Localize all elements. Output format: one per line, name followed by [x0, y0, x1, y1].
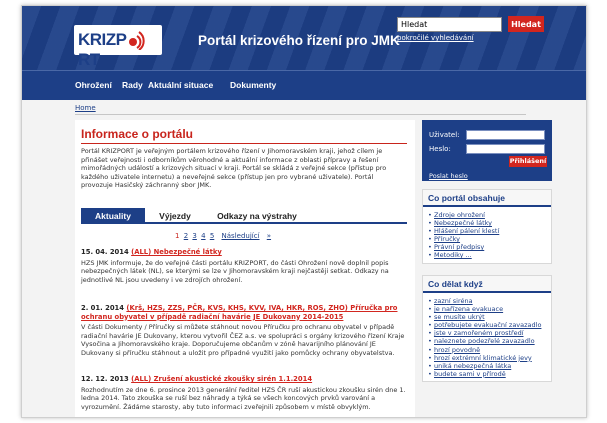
news-date: 2. 01. 2014: [81, 304, 125, 312]
news-headline: 2. 01. 2014 (Krš, HZS, ZZS, PČR, KVS, KH…: [81, 304, 407, 321]
portal-contents-list: Zdroje ohrožení Nebezpečné látky Hlášení…: [423, 207, 551, 263]
news-date: 15. 04. 2014: [81, 248, 129, 256]
news-item: 12. 12. 2013 (ALL) Zrušení akustické zko…: [81, 375, 407, 411]
news-tabs: Aktuality Výjezdy Odkazy na výstrahy: [81, 208, 407, 224]
nav-item-ohrozeni[interactable]: Ohrožení: [75, 80, 112, 90]
page-4[interactable]: 4: [201, 232, 205, 240]
list-item[interactable]: hrozí povodně: [428, 346, 546, 354]
logo-wordmark: KRIZPRT: [78, 30, 127, 69]
list-item[interactable]: naleznete podezřelé zavazadlo: [428, 337, 546, 345]
list-item[interactable]: hrozí extrémní klimatické jevy: [428, 354, 546, 362]
portal-contents-box: Co portál obsahuje Zdroje ohrožení Nebez…: [422, 189, 552, 264]
list-item[interactable]: uniká nebezpečná látka: [428, 362, 546, 370]
news-body: V části Dokumenty / Příručky si můžete s…: [81, 323, 405, 357]
news-date: 12. 12. 2013: [81, 375, 129, 383]
news-link[interactable]: (ALL) Nebezpečné látky: [131, 248, 222, 256]
list-item[interactable]: Nebezpečné látky: [428, 219, 546, 227]
password-field[interactable]: [466, 144, 545, 154]
nav-item-aktualni-situace[interactable]: Aktuální situace: [148, 80, 213, 90]
login-box: Uživatel: Heslo: Přihlášení Poslat heslo: [422, 120, 552, 181]
box-title: Co portál obsahuje: [423, 190, 551, 207]
news-item: 2. 01. 2014 (Krš, HZS, ZZS, PČR, KVS, KH…: [81, 304, 407, 358]
news-body: Rozhodnutím ze dne 6. prosince 2013 gene…: [81, 385, 406, 411]
password-label: Heslo:: [429, 145, 451, 153]
list-item[interactable]: Hlášení pálení klestí: [428, 227, 546, 235]
nav-item-rady[interactable]: Rady: [122, 80, 143, 90]
pagination: 1 2 3 4 5 Následující »: [175, 232, 273, 240]
browser-page: KRIZPRT Portál krizového řízení pro JMK …: [21, 5, 587, 418]
list-item[interactable]: budete sami v přírodě: [428, 370, 546, 378]
news-headline: 15. 04. 2014 (ALL) Nebezpečné látky: [81, 248, 407, 257]
advanced-search-link[interactable]: pokročilé vyhledávání: [397, 34, 474, 42]
divider: [75, 114, 526, 115]
list-item[interactable]: jste v zamořeném prostředí: [428, 329, 546, 337]
site-header: KRIZPRT Portál krizového řízení pro JMK …: [22, 6, 586, 70]
page-5[interactable]: 5: [210, 232, 214, 240]
page-1[interactable]: 1: [175, 232, 179, 240]
username-label: Uživatel:: [429, 131, 460, 139]
site-title: Portál krizového řízení pro JMK: [198, 33, 400, 48]
main-nav: Ohrožení Rady Aktuální situace Dokumenty: [22, 70, 586, 100]
news-headline: 12. 12. 2013 (ALL) Zrušení akustické zko…: [81, 375, 407, 384]
news-item: 15. 04. 2014 (ALL) Nebezpečné látky HZS …: [81, 248, 407, 284]
last-page-link[interactable]: »: [267, 232, 271, 240]
search-button[interactable]: Hledat: [508, 16, 544, 32]
main-content: Informace o portálu Portál KRIZPORT je v…: [75, 120, 415, 417]
list-item[interactable]: Příručky: [428, 235, 546, 243]
nav-item-dokumenty[interactable]: Dokumenty: [230, 80, 276, 90]
siren-signal-icon: [129, 31, 145, 50]
list-item[interactable]: se musíte ukrýt: [428, 313, 546, 321]
box-title: Co dělat když: [423, 276, 551, 293]
news-body: HZS JMK informuje, že do veřejné části p…: [81, 258, 389, 284]
sidebar: Uživatel: Heslo: Přihlášení Poslat heslo…: [422, 120, 552, 417]
list-item[interactable]: Právní předpisy: [428, 243, 546, 251]
page-3[interactable]: 3: [192, 232, 196, 240]
search-input[interactable]: [397, 17, 502, 32]
login-button[interactable]: Přihlášení: [509, 156, 547, 167]
tab-vyjezdy[interactable]: Výjezdy: [145, 208, 205, 224]
breadcrumb[interactable]: Home: [75, 104, 96, 112]
tab-odkazy-na-vystrahy[interactable]: Odkazy na výstrahy: [207, 208, 307, 224]
krizport-logo[interactable]: KRIZPRT: [74, 25, 162, 69]
tab-aktuality[interactable]: Aktuality: [81, 208, 145, 224]
what-to-do-list: zazní siréna je nařízena evakuace se mus…: [423, 293, 551, 381]
page-title: Informace o portálu: [81, 127, 194, 141]
what-to-do-box: Co dělat když zazní siréna je nařízena e…: [422, 275, 552, 382]
title-divider: [81, 143, 407, 144]
send-password-link[interactable]: Poslat heslo: [429, 172, 468, 180]
list-item[interactable]: je nařízena evakuace: [428, 305, 546, 313]
page-2[interactable]: 2: [184, 232, 188, 240]
news-link[interactable]: (Krš, HZS, ZZS, PČR, KVS, KHS, KVV, IVA,…: [81, 304, 397, 321]
list-item[interactable]: Metodiky ...: [428, 251, 546, 259]
list-item[interactable]: zazní siréna: [428, 297, 546, 305]
news-link[interactable]: (ALL) Zrušení akustické zkoušky sirén 1.…: [131, 375, 312, 383]
next-page-link[interactable]: Následující: [222, 232, 260, 240]
username-field[interactable]: [466, 130, 545, 140]
intro-text: Portál KRIZPORT je veřejným portálem kri…: [81, 147, 387, 190]
list-item[interactable]: Zdroje ohrožení: [428, 211, 546, 219]
list-item[interactable]: potřebujete evakuační zavazadlo: [428, 321, 546, 329]
